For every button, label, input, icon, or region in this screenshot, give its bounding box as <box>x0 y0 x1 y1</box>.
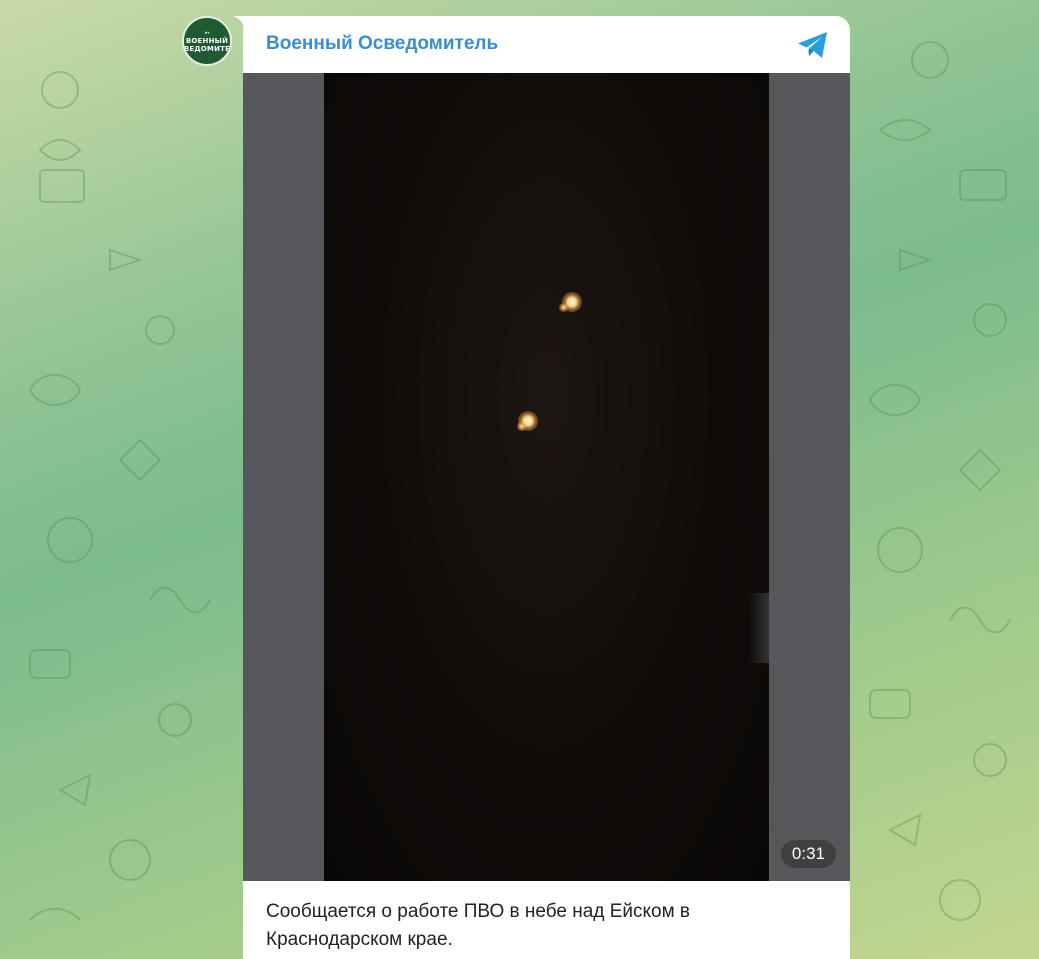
video-frame <box>324 73 769 881</box>
avatar-line-1: Военный <box>185 36 229 45</box>
message-card: Военный Осведомитель 0:31 Сообщается о р… <box>243 16 850 959</box>
video-duration-badge: 0:31 <box>780 840 836 868</box>
message-caption: Сообщается о работе ПВО в небе над Ейско… <box>266 901 691 950</box>
avatar-line-2: осведомитель <box>183 44 231 53</box>
sky-light-1-secondary <box>559 303 568 312</box>
channel-avatar[interactable]: ➳ Военный осведомитель <box>182 16 232 66</box>
avatar-emblem-icon: ➳ <box>204 29 210 37</box>
telegram-plane-icon[interactable] <box>796 30 830 60</box>
video-player[interactable]: 0:31 <box>243 73 850 881</box>
video-edge-glow <box>749 593 769 663</box>
sky-light-2-secondary <box>517 422 526 431</box>
message-header: Военный Осведомитель <box>243 16 850 73</box>
channel-name-link[interactable]: Военный Осведомитель <box>266 33 498 55</box>
